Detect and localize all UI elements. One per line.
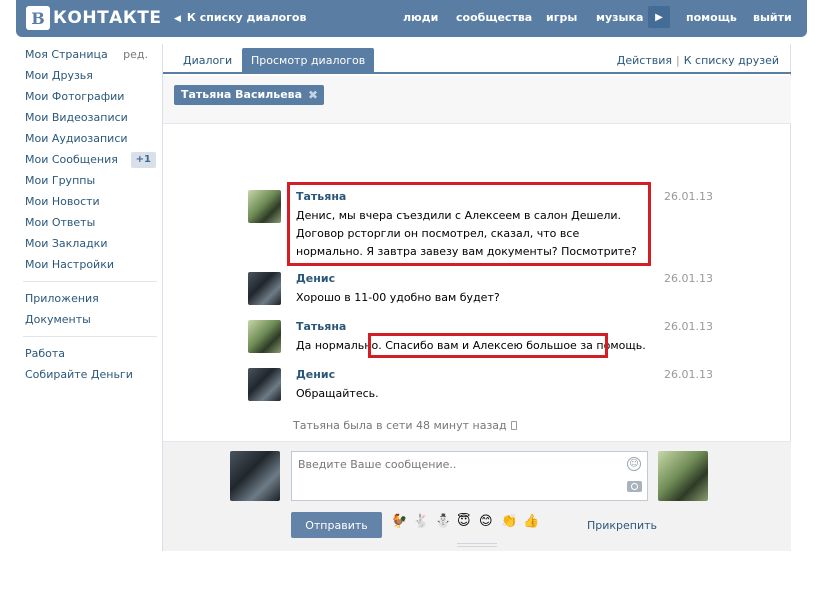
resize-handle[interactable] [457, 543, 497, 547]
smile-icon[interactable]: ☺ [627, 457, 641, 471]
vk-logo-icon: В [26, 6, 50, 30]
sidebar-item-videos[interactable]: Мои Видеозаписи [25, 107, 158, 128]
message-author[interactable]: Татьяна [296, 320, 346, 333]
avatar[interactable] [248, 272, 281, 305]
message-item: Денис Хорошо в 11-00 удобно вам будет? 2… [248, 272, 713, 308]
sidebar-item-bookmarks[interactable]: Мои Закладки [25, 233, 158, 254]
sidebar-item-news[interactable]: Мои Новости [25, 191, 158, 212]
nav-logout[interactable]: выйти [753, 11, 792, 24]
mobile-icon [510, 421, 517, 430]
top-header: В КОНТАКТЕ ◀ К списку диалогов люди сообщ… [16, 0, 807, 37]
online-status: Татьяна была в сети 48 минут назад [293, 419, 517, 432]
message-author[interactable]: Денис [296, 368, 335, 381]
message-text: Обращайтесь. [296, 387, 379, 400]
close-icon[interactable]: ✖ [308, 85, 318, 105]
clap-emoji-icon[interactable]: 👏 [501, 514, 517, 529]
sidebar-item-messages[interactable]: Мои Сообщения +1 [25, 149, 158, 170]
unread-badge: +1 [130, 152, 156, 168]
nav-help[interactable]: помощь [686, 11, 737, 24]
sidebar-item-settings[interactable]: Мои Настройки [25, 254, 158, 275]
nav-people[interactable]: люди [403, 11, 438, 24]
sidebar-item-groups[interactable]: Мои Группы [25, 170, 158, 191]
vk-logo[interactable]: В КОНТАКТЕ [26, 6, 161, 30]
message-item: Денис Обращайтесь. 26.01.13 [248, 368, 713, 404]
recipient-bar: Татьяна Васильева ✖ [163, 76, 791, 124]
avatar[interactable] [248, 368, 281, 401]
play-icon[interactable]: ▶ [648, 6, 670, 28]
nav-music[interactable]: музыка [596, 11, 643, 24]
tabs-actions: Действия | К списку друзей [617, 54, 779, 67]
message-date: 26.01.13 [664, 272, 713, 285]
recipient-avatar[interactable] [658, 451, 708, 501]
sidebar-item-label: Мои Сообщения [25, 153, 118, 166]
avatar[interactable] [248, 190, 281, 223]
highlight-box [368, 333, 608, 358]
recipient-name: Татьяна Васильева [181, 88, 303, 101]
left-sidebar: Моя Страница ред. Мои Друзья Мои Фотогра… [23, 44, 158, 385]
message-input[interactable] [291, 451, 648, 501]
rabbit-emoji-icon[interactable]: 🐇 [413, 514, 429, 529]
sidebar-item-work[interactable]: Работа [25, 343, 158, 364]
tabs-bar: Диалоги Просмотр диалогов Действия | К спи… [163, 44, 791, 74]
smile-emoji-icon[interactable]: 😊 [479, 514, 493, 529]
send-button[interactable]: Отправить [291, 512, 382, 538]
message-date: 26.01.13 [664, 190, 713, 203]
sidebar-item-label: Моя Страница [25, 48, 108, 61]
message-date: 26.01.13 [664, 368, 713, 381]
vk-logo-text: КОНТАКТЕ [53, 8, 162, 28]
nav-communities[interactable]: сообщества [456, 11, 532, 24]
attach-link[interactable]: Прикрепить [587, 519, 657, 532]
separator: | [676, 54, 680, 67]
chevron-left-icon: ◀ [174, 14, 181, 24]
thumbs-up-emoji-icon[interactable]: 👍 [523, 514, 539, 529]
rooster-emoji-icon[interactable]: 🐓 [391, 514, 407, 529]
back-to-dialogs-label: К списку диалогов [186, 11, 307, 24]
highlight-box [287, 182, 651, 266]
nav-games[interactable]: игры [546, 11, 577, 24]
edit-link[interactable]: ред. [123, 44, 148, 65]
sidebar-item-photos[interactable]: Мои Фотографии [25, 86, 158, 107]
sidebar-item-collect-money[interactable]: Собирайте Деньги [25, 364, 158, 385]
my-avatar[interactable] [230, 451, 280, 501]
sidebar-divider [23, 281, 157, 282]
sidebar-item-my-page[interactable]: Моя Страница ред. [25, 44, 158, 65]
tab-view-dialogs[interactable]: Просмотр диалогов [242, 48, 375, 74]
message-text: Хорошо в 11-00 удобно вам будет? [296, 291, 500, 304]
actions-link[interactable]: Действия [617, 54, 672, 67]
sidebar-item-audio[interactable]: Мои Аудиозаписи [25, 128, 158, 149]
sidebar-item-friends[interactable]: Мои Друзья [25, 65, 158, 86]
sidebar-divider [23, 336, 157, 337]
message-author[interactable]: Денис [296, 272, 335, 285]
camera-icon[interactable] [627, 481, 642, 492]
message-date: 26.01.13 [664, 320, 713, 333]
sidebar-item-documents[interactable]: Документы [25, 309, 158, 330]
sidebar-item-answers[interactable]: Мои Ответы [25, 212, 158, 233]
snowman-emoji-icon[interactable]: ⛄ [435, 514, 451, 529]
compose-area: ☺ Отправить 🐓 🐇 ⛄ 😇 😊 👏 👍 Прикрепить [163, 441, 791, 551]
recipient-chip[interactable]: Татьяна Васильева ✖ [174, 85, 325, 105]
friends-list-link[interactable]: К списку друзей [684, 54, 779, 67]
tab-dialogs[interactable]: Диалоги [174, 48, 241, 74]
back-to-dialogs-link[interactable]: ◀ К списку диалогов [174, 11, 306, 24]
sidebar-item-apps[interactable]: Приложения [25, 288, 158, 309]
dialog-panel: Диалоги Просмотр диалогов Действия | К спи… [162, 44, 791, 551]
avatar[interactable] [248, 320, 281, 353]
angel-emoji-icon[interactable]: 😇 [457, 514, 471, 529]
online-status-text: Татьяна была в сети 48 минут назад [293, 419, 507, 432]
